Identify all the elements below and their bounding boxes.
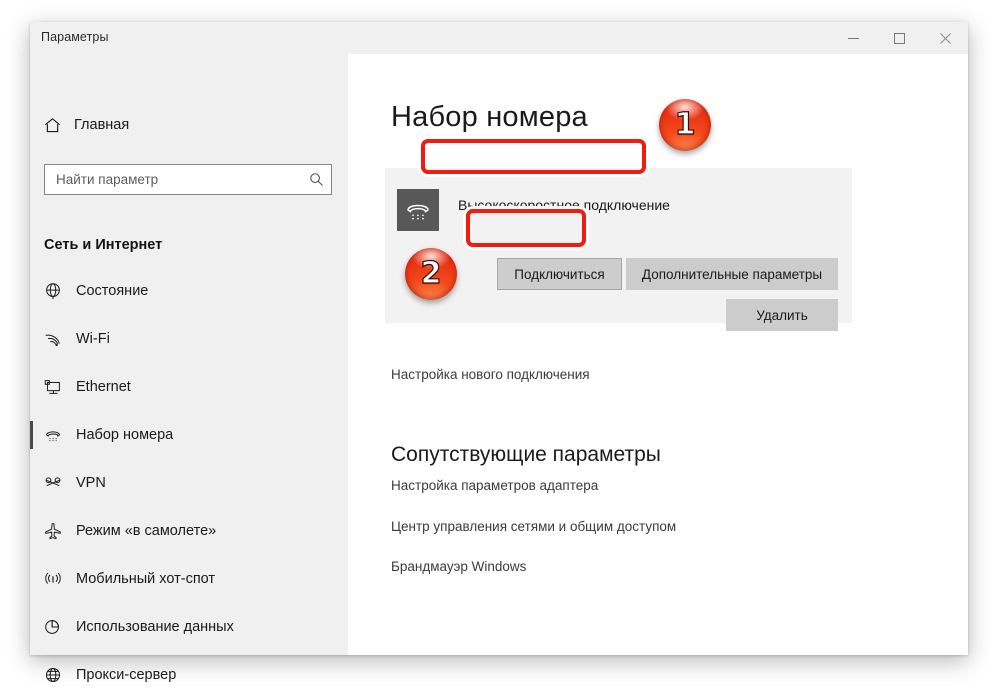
search-box[interactable] [44, 164, 332, 195]
related-settings-title: Сопутствующие параметры [391, 443, 661, 466]
search-input[interactable] [45, 172, 301, 187]
proxy-globe-icon [30, 665, 76, 685]
connection-name: Высокоскоростное подключение [458, 197, 670, 213]
sidebar-item-label-home: Главная [74, 117, 130, 133]
annotation-badge-2: 2 [405, 248, 457, 300]
sidebar-item-ethernet[interactable]: Ethernet [30, 363, 348, 411]
sidebar-section-title: Сеть и Интернет [44, 237, 163, 253]
sidebar-item-label: Состояние [76, 283, 149, 299]
hotspot-icon [30, 569, 76, 589]
sidebar-item-dialup[interactable]: Набор номера [30, 411, 348, 459]
minimize-button[interactable] [830, 22, 876, 54]
sidebar-item-wifi[interactable]: Wi-Fi [30, 315, 348, 363]
wifi-icon [30, 329, 76, 349]
sidebar: Главная Сеть и Интернет [30, 54, 348, 683]
airplane-icon [30, 521, 76, 541]
sidebar-item-label: Мобильный хот-спот [76, 571, 216, 587]
dialup-phone-icon [397, 189, 439, 231]
sidebar-item-proxy[interactable]: Прокси-сервер [30, 651, 348, 699]
connect-button[interactable]: Подключиться [497, 258, 622, 290]
content-area: Набор номера Высокоскоростное подключени… [348, 54, 968, 655]
related-link-network-sharing-center[interactable]: Центр управления сетями и общим доступом [391, 519, 676, 534]
maximize-icon [893, 32, 905, 44]
connection-card[interactable]: Высокоскоростное подключение Подключитьс… [385, 168, 852, 331]
sidebar-item-label: VPN [76, 475, 106, 491]
sidebar-item-label: Прокси-сервер [76, 667, 177, 683]
sidebar-item-label: Wi-Fi [76, 331, 110, 347]
sidebar-item-mobile-hotspot[interactable]: Мобильный хот-спот [30, 555, 348, 603]
delete-button[interactable]: Удалить [726, 299, 838, 331]
sidebar-item-label: Режим «в самолете» [76, 523, 217, 539]
sidebar-item-home[interactable]: Главная [30, 108, 348, 142]
sidebar-item-label: Ethernet [76, 379, 131, 395]
page-title: Набор номера [391, 101, 588, 133]
home-icon [30, 116, 74, 135]
close-icon [939, 32, 951, 44]
new-connection-link[interactable]: Настройка нового подключения [391, 367, 590, 382]
minimize-icon [847, 37, 859, 39]
annotation-badge-1: 1 [659, 99, 711, 151]
sidebar-item-airplane-mode[interactable]: Режим «в самолете» [30, 507, 348, 555]
related-link-windows-firewall[interactable]: Брандмауэр Windows [391, 559, 526, 574]
dialup-icon [30, 425, 76, 445]
related-link-adapter-options[interactable]: Настройка параметров адаптера [391, 478, 598, 493]
sidebar-item-status[interactable]: Состояние [30, 267, 348, 315]
search-icon [301, 172, 331, 187]
sidebar-nav-list: Состояние Wi-Fi Ethernet Набор номера VP… [30, 267, 348, 699]
annotation-badge-2-number: 2 [420, 256, 442, 291]
annotation-badge-1-number: 1 [674, 107, 696, 142]
close-button[interactable] [922, 22, 968, 54]
sidebar-item-vpn[interactable]: VPN [30, 459, 348, 507]
title-bar: Параметры [30, 22, 968, 54]
window-title: Параметры [41, 30, 109, 44]
sidebar-item-data-usage[interactable]: Использование данных [30, 603, 348, 651]
advanced-options-button[interactable]: Дополнительные параметры [626, 258, 838, 290]
maximize-button[interactable] [876, 22, 922, 54]
vpn-icon [30, 473, 76, 493]
data-usage-icon [30, 617, 76, 637]
sidebar-item-label: Использование данных [76, 619, 234, 635]
sidebar-item-label: Набор номера [76, 427, 174, 443]
settings-window: Параметры Главная Найти параметр Сеть и … [30, 22, 968, 683]
globe-status-icon [30, 281, 76, 301]
ethernet-icon [30, 377, 76, 397]
